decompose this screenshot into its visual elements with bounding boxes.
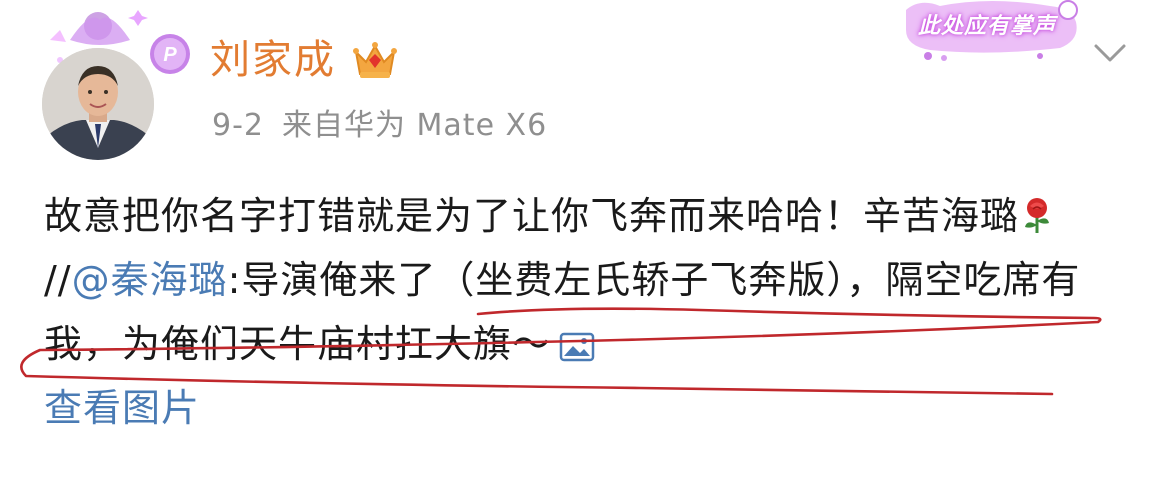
post-text-intro: 故意把你名字打错就是为了让你飞奔而来哈哈！辛苦海璐 bbox=[44, 194, 1020, 238]
verified-v-badge-icon: P bbox=[150, 34, 190, 74]
avatar-container[interactable]: P bbox=[30, 10, 190, 160]
weibo-post: P 刘家成 9-2 来自华为 Mate X6 此处应有掌声 故意把你名字打错就是为… bbox=[0, 0, 1170, 487]
avatar-photo bbox=[42, 48, 154, 160]
post-date: 9-2 bbox=[212, 108, 264, 143]
crown-icon[interactable] bbox=[352, 40, 398, 82]
rose-emoji-icon bbox=[1025, 198, 1050, 233]
post-meta: 9-2 来自华为 Mate X6 bbox=[212, 106, 547, 146]
applause-text: 此处应有掌声 bbox=[918, 14, 1057, 39]
chevron-down-icon[interactable] bbox=[1090, 38, 1130, 68]
svg-text:P: P bbox=[163, 44, 177, 66]
username[interactable]: 刘家成 bbox=[210, 34, 336, 86]
avatar[interactable] bbox=[42, 48, 154, 160]
post-source: 来自华为 Mate X6 bbox=[282, 108, 548, 143]
mention-link[interactable]: @秦海璐 bbox=[72, 258, 228, 302]
view-picture-link[interactable]: 查看图片 bbox=[44, 386, 200, 430]
repost-separator: // bbox=[44, 258, 72, 302]
post-content: 故意把你名字打错就是为了让你飞奔而来哈哈！辛苦海璐 //@秦海璐:导演俺来了（坐… bbox=[44, 184, 1134, 440]
image-icon[interactable] bbox=[559, 331, 595, 363]
